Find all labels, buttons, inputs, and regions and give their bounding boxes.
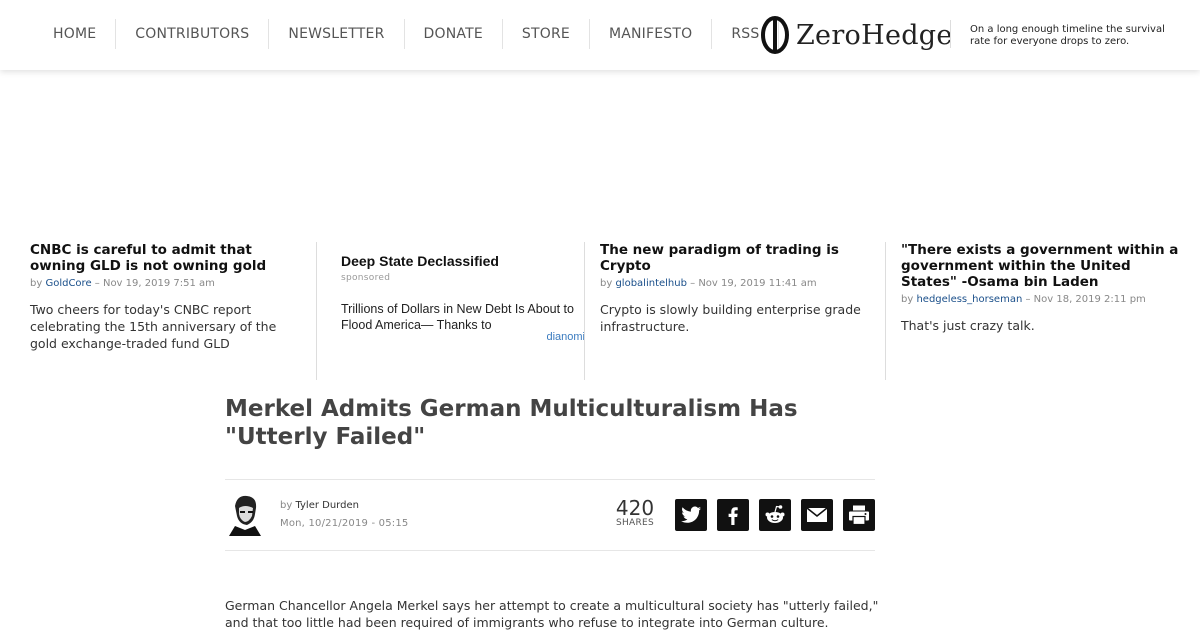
print-button[interactable]	[843, 499, 875, 531]
article: Merkel Admits German Multiculturalism Ha…	[225, 395, 878, 630]
sponsored-card[interactable]: Deep State Declassified sponsored Trilli…	[316, 242, 585, 380]
nav-store[interactable]: STORE	[503, 19, 590, 49]
nav-home[interactable]: HOME	[34, 19, 117, 49]
nav-newsletter[interactable]: NEWSLETTER	[269, 19, 405, 49]
teaser-card[interactable]: CNBC is careful to admit that owning GLD…	[30, 242, 300, 380]
shares-label: SHARES	[615, 518, 655, 528]
facebook-icon	[728, 507, 738, 525]
logo-wordmark: ZeroHedge	[796, 19, 953, 51]
byline-author: by Tyler Durden	[280, 500, 359, 511]
teaser-title[interactable]: CNBC is careful to admit that owning GLD…	[30, 242, 300, 274]
share-email-button[interactable]	[801, 499, 833, 531]
teaser-date: – Nov 19, 2019 7:51 am	[94, 278, 215, 289]
site-logo[interactable]: ZeroHedge	[760, 15, 953, 55]
teaser-summary: Two cheers for today's CNBC report celeb…	[30, 302, 277, 351]
site-header: HOME CONTRIBUTORS NEWSLETTER DONATE STOR…	[0, 0, 1200, 70]
share-counter: 420 SHARES	[613, 498, 657, 528]
byline-prefix: by	[280, 500, 293, 511]
teaser-card[interactable]: "There exists a government within a gove…	[885, 242, 1186, 380]
print-icon	[849, 505, 869, 526]
teaser-title[interactable]: The new paradigm of trading is Crypto	[600, 242, 875, 274]
teaser-author-link[interactable]: globalintelhub	[615, 278, 687, 289]
teaser-card[interactable]: The new paradigm of trading is Crypto by…	[584, 242, 875, 380]
teaser-date: – Nov 19, 2019 11:41 am	[690, 278, 817, 289]
share-twitter-button[interactable]	[675, 499, 707, 531]
sponsored-label: sponsored	[341, 273, 391, 283]
nav-donate[interactable]: DONATE	[405, 19, 503, 49]
teaser-by: by	[901, 294, 914, 305]
twitter-icon	[681, 506, 701, 523]
site-tagline: On a long enough timeline the survival r…	[970, 24, 1165, 47]
teaser-summary: Crypto is slowly building enterprise gra…	[600, 302, 861, 334]
teaser-author-link[interactable]: hedgeless_horseman	[916, 294, 1022, 305]
teaser-strip: CNBC is careful to admit that owning GLD…	[0, 242, 1200, 382]
nav-manifesto[interactable]: MANIFESTO	[590, 19, 713, 49]
teaser-title[interactable]: "There exists a government within a gove…	[901, 242, 1186, 290]
email-icon	[806, 507, 828, 522]
teaser-meta: by hedgeless_horseman – Nov 18, 2019 2:1…	[901, 294, 1186, 305]
teaser-meta: by GoldCore – Nov 19, 2019 7:51 am	[30, 278, 300, 289]
teaser-by: by	[600, 278, 613, 289]
nav-contributors[interactable]: CONTRIBUTORS	[116, 19, 270, 49]
teaser-author-link[interactable]: GoldCore	[45, 278, 91, 289]
article-date: Mon, 10/21/2019 - 05:15	[280, 518, 409, 529]
header-divider	[950, 20, 951, 48]
shares-count: 420	[615, 496, 655, 520]
teaser-summary: That's just crazy talk.	[901, 318, 1035, 333]
article-byline: by Tyler Durden Mon, 10/21/2019 - 05:15 …	[225, 479, 875, 551]
teaser-by: by	[30, 278, 43, 289]
main-nav: HOME CONTRIBUTORS NEWSLETTER DONATE STOR…	[34, 19, 780, 49]
teaser-date: – Nov 18, 2019 2:11 pm	[1025, 294, 1146, 305]
article-body: German Chancellor Angela Merkel says her…	[225, 598, 879, 630]
sponsored-summary[interactable]: Trillions of Dollars in New Debt Is Abou…	[341, 301, 585, 333]
reddit-icon	[765, 505, 785, 523]
article-headline: Merkel Admits German Multiculturalism Ha…	[225, 396, 798, 450]
share-reddit-button[interactable]	[759, 499, 791, 531]
teaser-meta: by globalintelhub – Nov 19, 2019 11:41 a…	[600, 278, 875, 289]
share-facebook-button[interactable]	[717, 499, 749, 531]
author-link[interactable]: Tyler Durden	[295, 500, 359, 511]
theta-logo-icon	[761, 16, 789, 54]
sponsored-title[interactable]: Deep State Declassified	[341, 253, 585, 269]
author-avatar[interactable]	[225, 492, 265, 536]
